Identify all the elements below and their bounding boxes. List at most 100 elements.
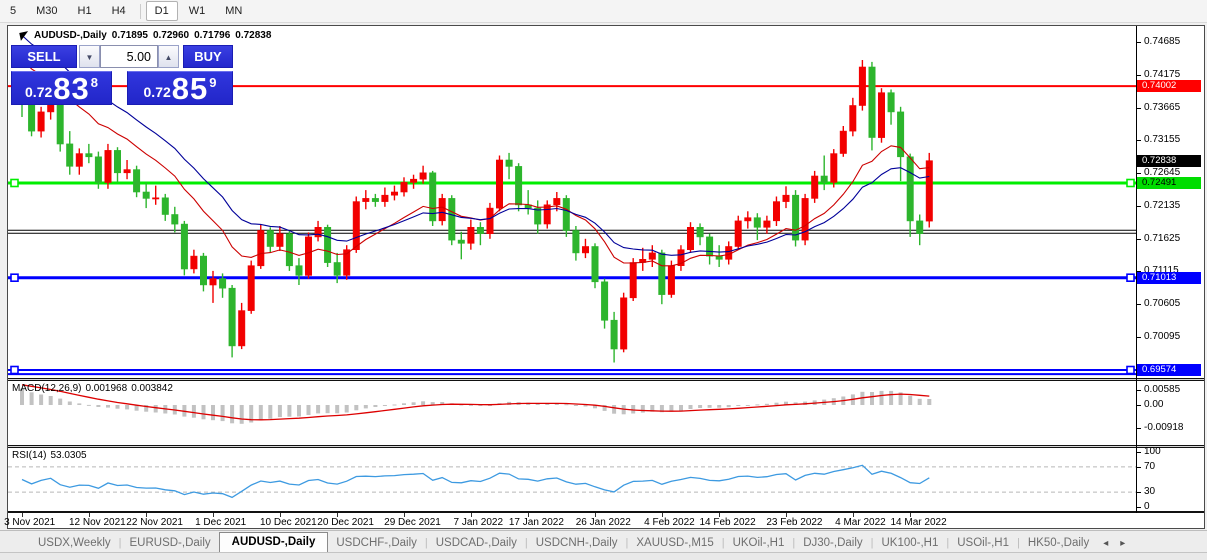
one-click-trading-panel: SELL ▼ ▲ BUY 0.72 83 8 0.72 85 9 (11, 45, 233, 105)
timeframe-button-W1[interactable]: W1 (180, 1, 215, 21)
sell-price-display[interactable]: 0.72 83 8 (11, 71, 112, 105)
rsi-label: RSI(14)53.0305 (12, 450, 91, 461)
tab-ukoil-h1[interactable]: UKOil-,H1 (725, 534, 793, 553)
tab-eurusd-daily[interactable]: EURUSD-,Daily (122, 534, 219, 553)
price-line-label-0.74002: 0.74002 (1137, 80, 1201, 92)
buy-price-pip: 9 (209, 78, 216, 88)
date-axis-separator (8, 511, 1204, 513)
tab-usoil-h1[interactable]: USOil-,H1 (949, 534, 1017, 553)
date-tick-label: 20 Dec 2021 (317, 517, 374, 528)
buy-price-big: 85 (172, 75, 208, 102)
price-tick-mark (1136, 337, 1141, 338)
date-tick-label: 23 Feb 2022 (766, 517, 822, 528)
price-tick-mark (1136, 173, 1141, 174)
tab-scroll-right-icon[interactable]: ▸ (1114, 535, 1131, 553)
date-tick-label: 17 Jan 2022 (509, 517, 564, 528)
price-tick-label: 0.70605 (1144, 299, 1180, 309)
tab-usdx-weekly[interactable]: USDX,Weekly (30, 534, 119, 553)
date-tick-label: 26 Jan 2022 (576, 517, 631, 528)
date-tick-label: 22 Nov 2021 (126, 517, 183, 528)
price-tick-mark (1136, 42, 1141, 43)
volume-decrease-button[interactable]: ▼ (79, 45, 100, 68)
timeframe-toolbar: 5M30H1H4 D1W1MN (0, 0, 1207, 23)
macd-pane[interactable] (8, 381, 1136, 445)
macd-tick-label: -0.00918 (1144, 423, 1183, 433)
chart-window: 0.746850.741750.736650.731550.726450.721… (7, 25, 1205, 529)
date-tick-label: 4 Feb 2022 (644, 517, 695, 528)
price-tick-mark (1136, 304, 1141, 305)
price-tick-mark (1136, 108, 1141, 109)
date-tick-label: 12 Nov 2021 (69, 517, 126, 528)
macd-tick-label: 0.00 (1144, 400, 1163, 410)
price-tick-label: 0.73155 (1144, 135, 1180, 145)
rsi-tick-mark (1136, 507, 1141, 508)
volume-increase-button[interactable]: ▲ (158, 45, 179, 68)
timeframe-button-H4[interactable]: H4 (103, 1, 135, 21)
date-tick-label: 1 Dec 2021 (195, 517, 246, 528)
price-tick-mark (1136, 140, 1141, 141)
tab-usdcnh-daily[interactable]: USDCNH-,Daily (528, 534, 626, 553)
ohlc-low: 0.71796 (194, 30, 230, 41)
price-tick-label: 0.74685 (1144, 37, 1180, 47)
timeframe-button-M30[interactable]: M30 (27, 1, 66, 21)
price-line-label-0.72491: 0.72491 (1137, 177, 1201, 189)
buy-price-prefix: 0.72 (144, 82, 171, 102)
price-tick-mark (1136, 206, 1141, 207)
macd-tick-mark (1136, 405, 1141, 406)
symbol-tabs-bar: USDX,Weekly|EURUSD-,DailyAUDUSD-,DailyUS… (0, 530, 1207, 553)
price-tick-mark (1136, 239, 1141, 240)
rsi-tick-mark (1136, 492, 1141, 493)
date-tick-label: 10 Dec 2021 (260, 517, 317, 528)
price-axis-line (1136, 26, 1137, 513)
rsi-pane[interactable] (8, 448, 1136, 511)
tab-usdchf-daily[interactable]: USDCHF-,Daily (328, 534, 425, 553)
price-tick-mark (1136, 75, 1141, 76)
sell-price-prefix: 0.72 (25, 82, 52, 102)
tab-uk100-h1[interactable]: UK100-,H1 (874, 534, 947, 553)
rsi-tick-mark (1136, 467, 1141, 468)
tab-scroll-left-icon[interactable]: ◂ (1097, 535, 1114, 553)
rsi-tick-label: 70 (1144, 462, 1155, 472)
date-tick-label: 14 Mar 2022 (890, 517, 946, 528)
macd-label: MACD(12,26,9)0.0019680.003842 (12, 383, 177, 394)
sell-button[interactable]: SELL (11, 45, 77, 68)
macd-tick-mark (1136, 428, 1141, 429)
tab-usdcad-daily[interactable]: USDCAD-,Daily (428, 534, 525, 553)
date-tick-label: 7 Jan 2022 (454, 517, 504, 528)
price-line-label-0.69574: 0.69574 (1137, 364, 1201, 376)
macd-tick-mark (1136, 390, 1141, 391)
macd-pane-separator[interactable] (8, 378, 1204, 381)
macd-tick-label: 0.00585 (1144, 385, 1180, 395)
ohlc-close: 0.72838 (235, 30, 271, 41)
date-tick-label: 29 Dec 2021 (384, 517, 441, 528)
buy-button[interactable]: BUY (183, 45, 233, 68)
chart-hint-arrow-icon (19, 31, 29, 41)
tab-dj30-daily[interactable]: DJ30-,Daily (795, 534, 870, 553)
buy-price-display[interactable]: 0.72 85 9 (127, 71, 233, 105)
timeframe-button-D1[interactable]: D1 (146, 1, 178, 21)
price-tick-label: 0.71625 (1144, 234, 1180, 244)
rsi-tick-label: 30 (1144, 487, 1155, 497)
tab-hk50-daily[interactable]: HK50-,Daily (1020, 534, 1097, 553)
price-tick-label: 0.74175 (1144, 70, 1180, 80)
rsi-tick-label: 100 (1144, 447, 1161, 457)
sell-price-pip: 8 (91, 78, 98, 88)
price-line-label-0.71013: 0.71013 (1137, 272, 1201, 284)
price-line-label-0.72838: 0.72838 (1137, 155, 1201, 167)
timeframe-button-H1[interactable]: H1 (69, 1, 101, 21)
date-tick-label: 3 Nov 2021 (4, 517, 55, 528)
timeframe-button-5[interactable]: 5 (1, 1, 25, 21)
ohlc-open: 0.71895 (112, 30, 148, 41)
sell-price-big: 83 (53, 75, 89, 102)
price-tick-label: 0.70095 (1144, 332, 1180, 342)
tab-xauusd-m15[interactable]: XAUUSD-,M15 (628, 534, 721, 553)
date-tick-label: 4 Mar 2022 (835, 517, 886, 528)
volume-input[interactable] (100, 45, 158, 68)
tab-audusd-daily[interactable]: AUDUSD-,Daily (219, 532, 329, 553)
rsi-pane-separator[interactable] (8, 445, 1204, 448)
chart-symbol-label: AUDUSD-,Daily (34, 30, 107, 41)
timeframe-button-MN[interactable]: MN (216, 1, 251, 21)
price-tick-label: 0.72135 (1144, 201, 1180, 211)
date-tick-label: 14 Feb 2022 (699, 517, 755, 528)
price-tick-label: 0.73665 (1144, 103, 1180, 113)
